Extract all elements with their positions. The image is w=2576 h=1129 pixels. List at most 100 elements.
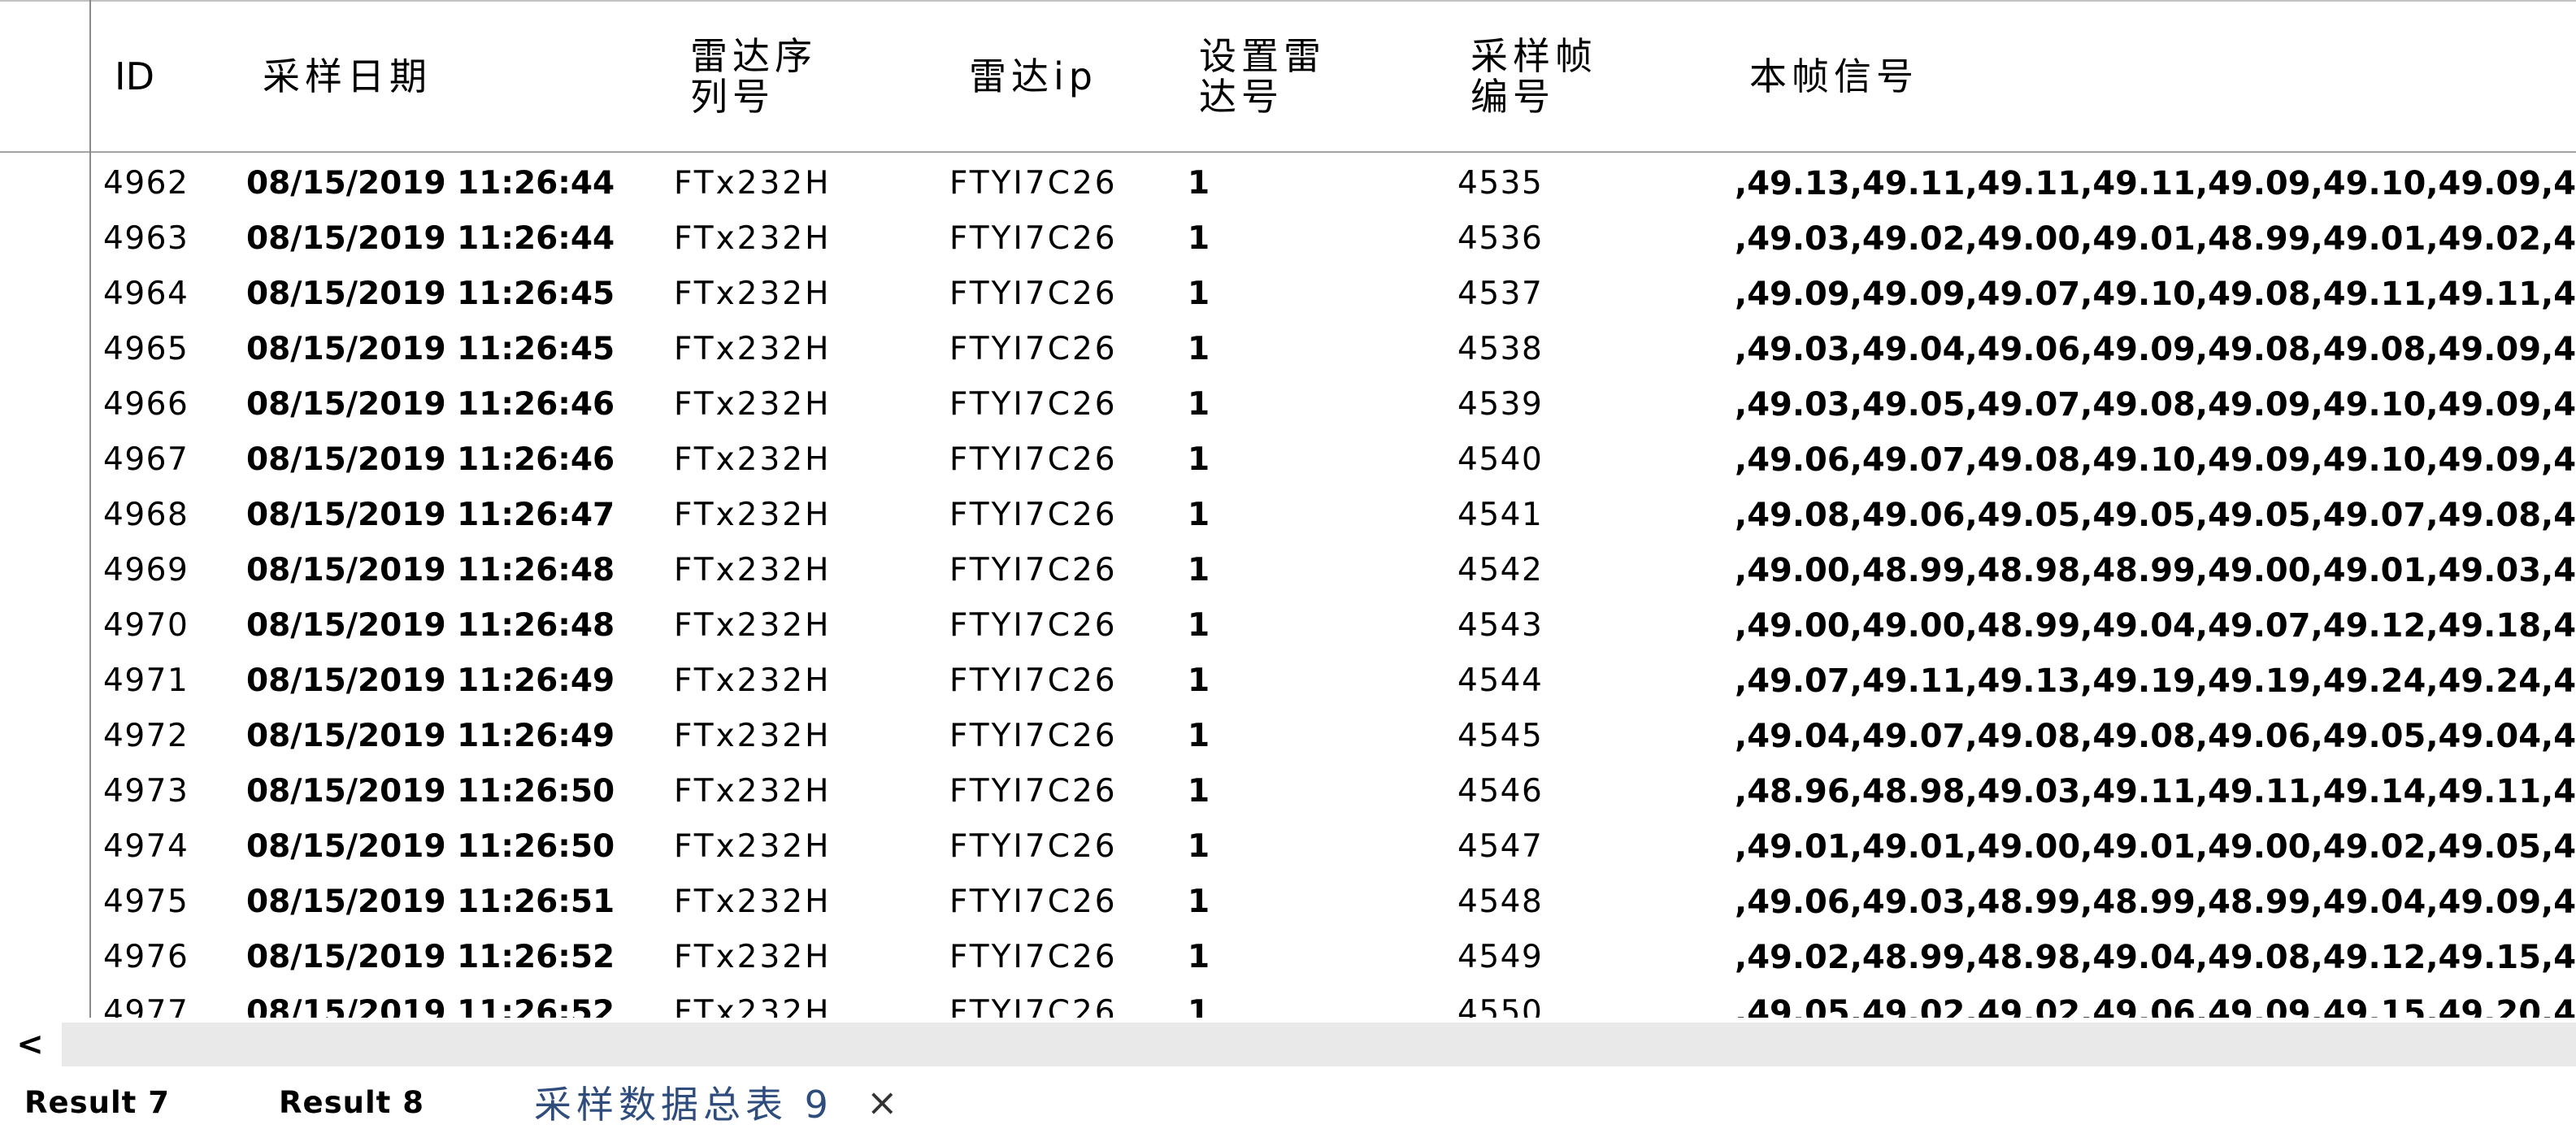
column-header-sample-date[interactable]: 采样日期 <box>263 2 432 151</box>
cell-radar-serial[interactable]: FTx232H <box>674 377 831 432</box>
cell-radar-ip[interactable]: FTYI7C26 <box>949 156 1118 211</box>
cell-radar-serial[interactable]: FTx232H <box>674 709 831 764</box>
column-header-radar-ip[interactable]: 雷达ip <box>969 2 1097 151</box>
table-row[interactable]: 4974 08/15/2019 11:26:50 FTx232H FTYI7C26 1 4… <box>0 819 2576 875</box>
table-row[interactable]: 4966 08/15/2019 11:26:46 FTx232H FTYI7C26 1 4… <box>0 377 2576 432</box>
cell-frame-signal[interactable]: ,48.96,48.98,49.03,49.11,49.11,49.14,49.… <box>1735 764 2576 819</box>
column-header-frame-signal[interactable]: 本帧信号 <box>1749 2 1918 151</box>
cell-frame-signal[interactable]: ,49.06,49.07,49.08,49.10,49.09,49.10,49.… <box>1735 432 2576 488</box>
cell-radar-no[interactable]: 1 <box>1188 819 1210 875</box>
tab-sample-data-summary[interactable]: 采样数据总表 9 <box>534 1068 833 1127</box>
cell-frame-no[interactable]: 4540 <box>1457 432 1543 488</box>
cell-sample-date[interactable]: 08/15/2019 11:26:48 <box>246 598 615 654</box>
cell-frame-no[interactable]: 4548 <box>1457 875 1543 930</box>
cell-radar-ip[interactable]: FTYI7C26 <box>949 432 1118 488</box>
scrollbar-thumb[interactable] <box>62 1023 2576 1066</box>
cell-frame-no[interactable]: 4537 <box>1457 267 1543 322</box>
table-row[interactable]: 4963 08/15/2019 11:26:44 FTx232H FTYI7C26 1 4… <box>0 211 2576 267</box>
cell-id[interactable]: 4975 <box>103 875 189 930</box>
cell-id[interactable]: 4965 <box>103 322 189 377</box>
cell-sample-date[interactable]: 08/15/2019 11:26:52 <box>246 985 615 1018</box>
cell-frame-signal[interactable]: ,49.01,49.01,49.00,49.01,49.00,49.02,49.… <box>1735 819 2576 875</box>
cell-radar-serial[interactable]: FTx232H <box>674 985 831 1018</box>
row-selector[interactable] <box>0 709 89 764</box>
cell-radar-no[interactable]: 1 <box>1188 211 1210 267</box>
cell-radar-ip[interactable]: FTYI7C26 <box>949 985 1118 1018</box>
cell-radar-no[interactable]: 1 <box>1188 875 1210 930</box>
cell-frame-no[interactable]: 4539 <box>1457 377 1543 432</box>
cell-frame-signal[interactable]: ,49.03,49.05,49.07,49.08,49.09,49.10,49.… <box>1735 377 2576 432</box>
cell-radar-no[interactable]: 1 <box>1188 156 1210 211</box>
cell-frame-signal[interactable]: ,49.00,48.99,48.98,48.99,49.00,49.01,49.… <box>1735 543 2576 598</box>
cell-frame-signal[interactable]: ,49.04,49.07,49.08,49.08,49.06,49.05,49.… <box>1735 709 2576 764</box>
cell-sample-date[interactable]: 08/15/2019 11:26:52 <box>246 930 615 985</box>
row-selector[interactable] <box>0 875 89 930</box>
column-header-frame-no[interactable]: 采样帧 编号 <box>1470 2 1597 151</box>
cell-radar-serial[interactable]: FTx232H <box>674 654 831 709</box>
row-selector[interactable] <box>0 267 89 322</box>
table-row[interactable]: 4975 08/15/2019 11:26:51 FTx232H FTYI7C26 1 4… <box>0 875 2576 930</box>
row-selector[interactable] <box>0 432 89 488</box>
cell-frame-signal[interactable]: ,49.08,49.06,49.05,49.05,49.05,49.07,49.… <box>1735 488 2576 543</box>
tab-result-8[interactable]: Result 8 <box>279 1068 424 1123</box>
row-selector[interactable] <box>0 211 89 267</box>
cell-radar-ip[interactable]: FTYI7C26 <box>949 819 1118 875</box>
cell-radar-no[interactable]: 1 <box>1188 709 1210 764</box>
tab-result-7[interactable]: Result 7 <box>24 1068 170 1123</box>
cell-frame-no[interactable]: 4549 <box>1457 930 1543 985</box>
cell-radar-ip[interactable]: FTYI7C26 <box>949 267 1118 322</box>
table-row[interactable]: 4970 08/15/2019 11:26:48 FTx232H FTYI7C26 1 4… <box>0 598 2576 654</box>
table-row[interactable]: 4964 08/15/2019 11:26:45 FTx232H FTYI7C26 1 4… <box>0 267 2576 322</box>
cell-frame-signal[interactable]: ,49.03,49.02,49.00,49.01,48.99,49.01,49.… <box>1735 211 2576 267</box>
cell-radar-serial[interactable]: FTx232H <box>674 211 831 267</box>
cell-sample-date[interactable]: 08/15/2019 11:26:46 <box>246 377 615 432</box>
table-row[interactable]: 4972 08/15/2019 11:26:49 FTx232H FTYI7C26 1 4… <box>0 709 2576 764</box>
cell-frame-no[interactable]: 4550 <box>1457 985 1543 1018</box>
cell-radar-ip[interactable]: FTYI7C26 <box>949 598 1118 654</box>
cell-id[interactable]: 4962 <box>103 156 189 211</box>
cell-radar-serial[interactable]: FTx232H <box>674 875 831 930</box>
close-icon[interactable]: × <box>867 1068 898 1124</box>
row-selector[interactable] <box>0 985 89 1018</box>
column-header-radar-no[interactable]: 设置雷 达号 <box>1199 2 1326 151</box>
cell-frame-signal[interactable]: ,49.07,49.11,49.13,49.19,49.19,49.24,49.… <box>1735 654 2576 709</box>
cell-sample-date[interactable]: 08/15/2019 11:26:51 <box>246 875 615 930</box>
cell-radar-serial[interactable]: FTx232H <box>674 267 831 322</box>
cell-radar-ip[interactable]: FTYI7C26 <box>949 875 1118 930</box>
cell-frame-no[interactable]: 4546 <box>1457 764 1543 819</box>
cell-id[interactable]: 4973 <box>103 764 189 819</box>
cell-id[interactable]: 4974 <box>103 819 189 875</box>
cell-sample-date[interactable]: 08/15/2019 11:26:44 <box>246 211 615 267</box>
cell-radar-no[interactable]: 1 <box>1188 543 1210 598</box>
row-header-corner[interactable] <box>0 2 89 151</box>
table-row[interactable]: 4968 08/15/2019 11:26:47 FTx232H FTYI7C26 1 4… <box>0 488 2576 543</box>
cell-frame-no[interactable]: 4535 <box>1457 156 1543 211</box>
cell-radar-ip[interactable]: FTYI7C26 <box>949 654 1118 709</box>
cell-radar-ip[interactable]: FTYI7C26 <box>949 377 1118 432</box>
row-selector[interactable] <box>0 322 89 377</box>
cell-frame-no[interactable]: 4547 <box>1457 819 1543 875</box>
table-row[interactable]: 4962 08/15/2019 11:26:44 FTx232H FTYI7C26 1 4… <box>0 156 2576 211</box>
cell-sample-date[interactable]: 08/15/2019 11:26:49 <box>246 709 615 764</box>
cell-frame-no[interactable]: 4536 <box>1457 211 1543 267</box>
row-selector[interactable] <box>0 488 89 543</box>
cell-frame-signal[interactable]: ,49.02,48.99,48.98,49.04,49.08,49.12,49.… <box>1735 930 2576 985</box>
cell-radar-ip[interactable]: FTYI7C26 <box>949 211 1118 267</box>
cell-frame-signal[interactable]: ,49.13,49.11,49.11,49.11,49.09,49.10,49.… <box>1735 156 2576 211</box>
cell-radar-no[interactable]: 1 <box>1188 267 1210 322</box>
table-row[interactable]: 4976 08/15/2019 11:26:52 FTx232H FTYI7C26 1 4… <box>0 930 2576 985</box>
cell-radar-no[interactable]: 1 <box>1188 985 1210 1018</box>
cell-radar-ip[interactable]: FTYI7C26 <box>949 764 1118 819</box>
cell-id[interactable]: 4964 <box>103 267 189 322</box>
table-row[interactable]: 4977 08/15/2019 11:26:52 FTx232H FTYI7C26 1 4… <box>0 985 2576 1018</box>
horizontal-scrollbar[interactable]: < <box>0 1018 2576 1066</box>
row-selector[interactable] <box>0 598 89 654</box>
cell-id[interactable]: 4977 <box>103 985 189 1018</box>
cell-id[interactable]: 4968 <box>103 488 189 543</box>
table-row[interactable]: 4965 08/15/2019 11:26:45 FTx232H FTYI7C26 1 4… <box>0 322 2576 377</box>
cell-radar-serial[interactable]: FTx232H <box>674 322 831 377</box>
cell-sample-date[interactable]: 08/15/2019 11:26:48 <box>246 543 615 598</box>
cell-sample-date[interactable]: 08/15/2019 11:26:47 <box>246 488 615 543</box>
cell-frame-signal[interactable]: ,49.03,49.04,49.06,49.09,49.08,49.08,49.… <box>1735 322 2576 377</box>
row-selector[interactable] <box>0 819 89 875</box>
